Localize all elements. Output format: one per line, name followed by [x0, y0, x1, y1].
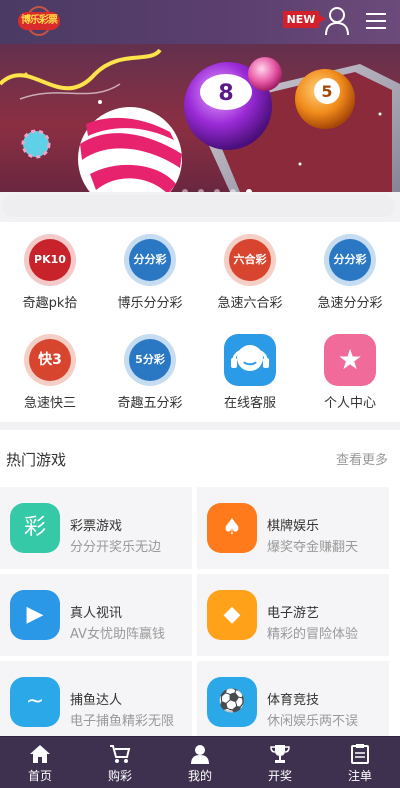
- lhc-icon: 六合彩: [224, 234, 276, 286]
- grid-item-label: 个人中心: [323, 396, 376, 411]
- card-subtitle: 爆奖夺金赚翻天: [267, 540, 359, 555]
- card-subtitle: 电子捕鱼精彩无限: [70, 714, 175, 729]
- fish-icon: ~: [10, 677, 60, 727]
- grid-item-label: 急速分分彩: [317, 296, 383, 311]
- promo-banner[interactable]: 8 5: [0, 44, 400, 192]
- game-card-live[interactable]: ▶ 真人视讯 AV女忧助阵赢钱: [0, 574, 192, 656]
- ball-number-8: 8: [218, 81, 233, 106]
- grid-item-label: 博乐分分彩: [117, 296, 183, 311]
- headset-icon: [224, 334, 276, 386]
- home-icon: [30, 745, 50, 763]
- game-card-slots[interactable]: ◆ 电子游艺 精彩的冒险体验: [197, 574, 389, 656]
- card-subtitle: 分分开奖乐无边: [70, 540, 162, 555]
- card-title: 真人视讯: [70, 606, 123, 621]
- card-title: 捕鱼达人: [70, 693, 123, 708]
- ffc-icon: 分分彩: [124, 234, 176, 286]
- star-icon: ★: [324, 334, 376, 386]
- tab-label: 开奖: [267, 769, 292, 783]
- cards-icon: ♠: [207, 503, 257, 553]
- grid-item-label: 在线客服: [223, 396, 276, 411]
- notice-bar[interactable]: [2, 195, 395, 217]
- grid-item-label: 急速六合彩: [217, 296, 283, 311]
- ironman-icon: ◆: [207, 590, 257, 640]
- grid-item-wfc[interactable]: 5分彩 奇趣五分彩: [100, 322, 200, 422]
- banner-dot[interactable]: [230, 189, 237, 192]
- top-header: 博乐彩票 NEW: [0, 0, 400, 44]
- lottery-icon: 彩: [10, 503, 60, 553]
- quick-games-grid: PK10 奇趣pk拾 分分彩 博乐分分彩 六合彩 急速六合彩 分分彩 急速分分彩…: [0, 222, 400, 422]
- banner-dot-active[interactable]: [246, 189, 253, 192]
- grid-item-pk10[interactable]: PK10 奇趣pk拾: [0, 222, 100, 322]
- bottom-tab-bar: 首页 购彩 我的 开奖 注单: [0, 736, 400, 788]
- tab-mine[interactable]: 我的: [160, 737, 240, 788]
- grid-item-support[interactable]: 在线客服: [200, 322, 300, 422]
- grid-item-label: 奇趣pk拾: [22, 296, 78, 311]
- card-subtitle: AV女忧助阵赢钱: [70, 627, 165, 642]
- game-card-sports[interactable]: ⚽ 体育竞技 休闲娱乐两不误: [197, 661, 389, 736]
- section-title: 热门游戏: [6, 451, 67, 469]
- pk10-icon: PK10: [24, 234, 76, 286]
- view-more-link[interactable]: 查看更多: [336, 449, 388, 468]
- game-card-lottery[interactable]: 彩 彩票游戏 分分开奖乐无边: [0, 487, 192, 569]
- ball-number-5: 5: [321, 82, 332, 101]
- menu-icon[interactable]: [366, 13, 386, 31]
- user-icon[interactable]: [324, 6, 350, 36]
- card-subtitle: 休闲娱乐两不误: [267, 714, 359, 729]
- play-icon: ▶: [10, 590, 60, 640]
- tab-buy[interactable]: 购彩: [80, 737, 160, 788]
- tab-label: 注单: [347, 769, 372, 783]
- clipboard-icon: [351, 744, 369, 764]
- tab-results[interactable]: 开奖: [240, 737, 320, 788]
- trophy-icon: [270, 745, 290, 763]
- game-card-chess[interactable]: ♠ 棋牌娱乐 爆奖夺金赚翻天: [197, 487, 389, 569]
- tab-label: 购彩: [107, 769, 132, 783]
- logo-text: 博乐彩票: [18, 12, 60, 30]
- hot-games-header: 热门游戏 查看更多: [0, 430, 400, 484]
- grid-item-label: 奇趣五分彩: [117, 396, 183, 411]
- grid-item-jsffc[interactable]: 分分彩 急速分分彩: [300, 222, 400, 322]
- banner-dot[interactable]: [214, 189, 221, 192]
- k3-icon: 快3: [24, 334, 76, 386]
- new-badge: NEW: [283, 11, 326, 28]
- game-card-fishing[interactable]: ~ 捕鱼达人 电子捕鱼精彩无限: [0, 661, 192, 736]
- grid-item-k3[interactable]: 快3 急速快三: [0, 322, 100, 422]
- tab-home[interactable]: 首页: [0, 737, 80, 788]
- wfc-icon: 5分彩: [124, 334, 176, 386]
- grid-item-lhc[interactable]: 六合彩 急速六合彩: [200, 222, 300, 322]
- person-icon: [191, 745, 209, 764]
- jsffc-icon: 分分彩: [324, 234, 376, 286]
- banner-dot[interactable]: [182, 189, 188, 192]
- card-subtitle: 精彩的冒险体验: [267, 627, 359, 642]
- grid-item-ffc[interactable]: 分分彩 博乐分分彩: [100, 222, 200, 322]
- banner-dot[interactable]: [198, 189, 205, 192]
- grid-item-label: 急速快三: [23, 396, 76, 411]
- cart-icon: [110, 745, 131, 763]
- grid-item-profile[interactable]: ★ 个人中心: [300, 322, 400, 422]
- hot-games-list: 彩 彩票游戏 分分开奖乐无边 ♠ 棋牌娱乐 爆奖夺金赚翻天 ▶ 真人视讯 AV女…: [0, 484, 400, 736]
- card-title: 彩票游戏: [70, 519, 123, 534]
- banner-pagination: [182, 180, 257, 192]
- banner-art: 8 5: [0, 48, 400, 192]
- tab-label: 我的: [187, 769, 212, 783]
- card-title: 电子游艺: [267, 606, 320, 621]
- tab-orders[interactable]: 注单: [320, 737, 400, 788]
- tab-label: 首页: [27, 769, 52, 783]
- card-title: 体育竞技: [267, 693, 320, 708]
- app-logo[interactable]: 博乐彩票: [18, 6, 60, 40]
- football-icon: ⚽: [207, 677, 257, 727]
- card-title: 棋牌娱乐: [267, 519, 320, 534]
